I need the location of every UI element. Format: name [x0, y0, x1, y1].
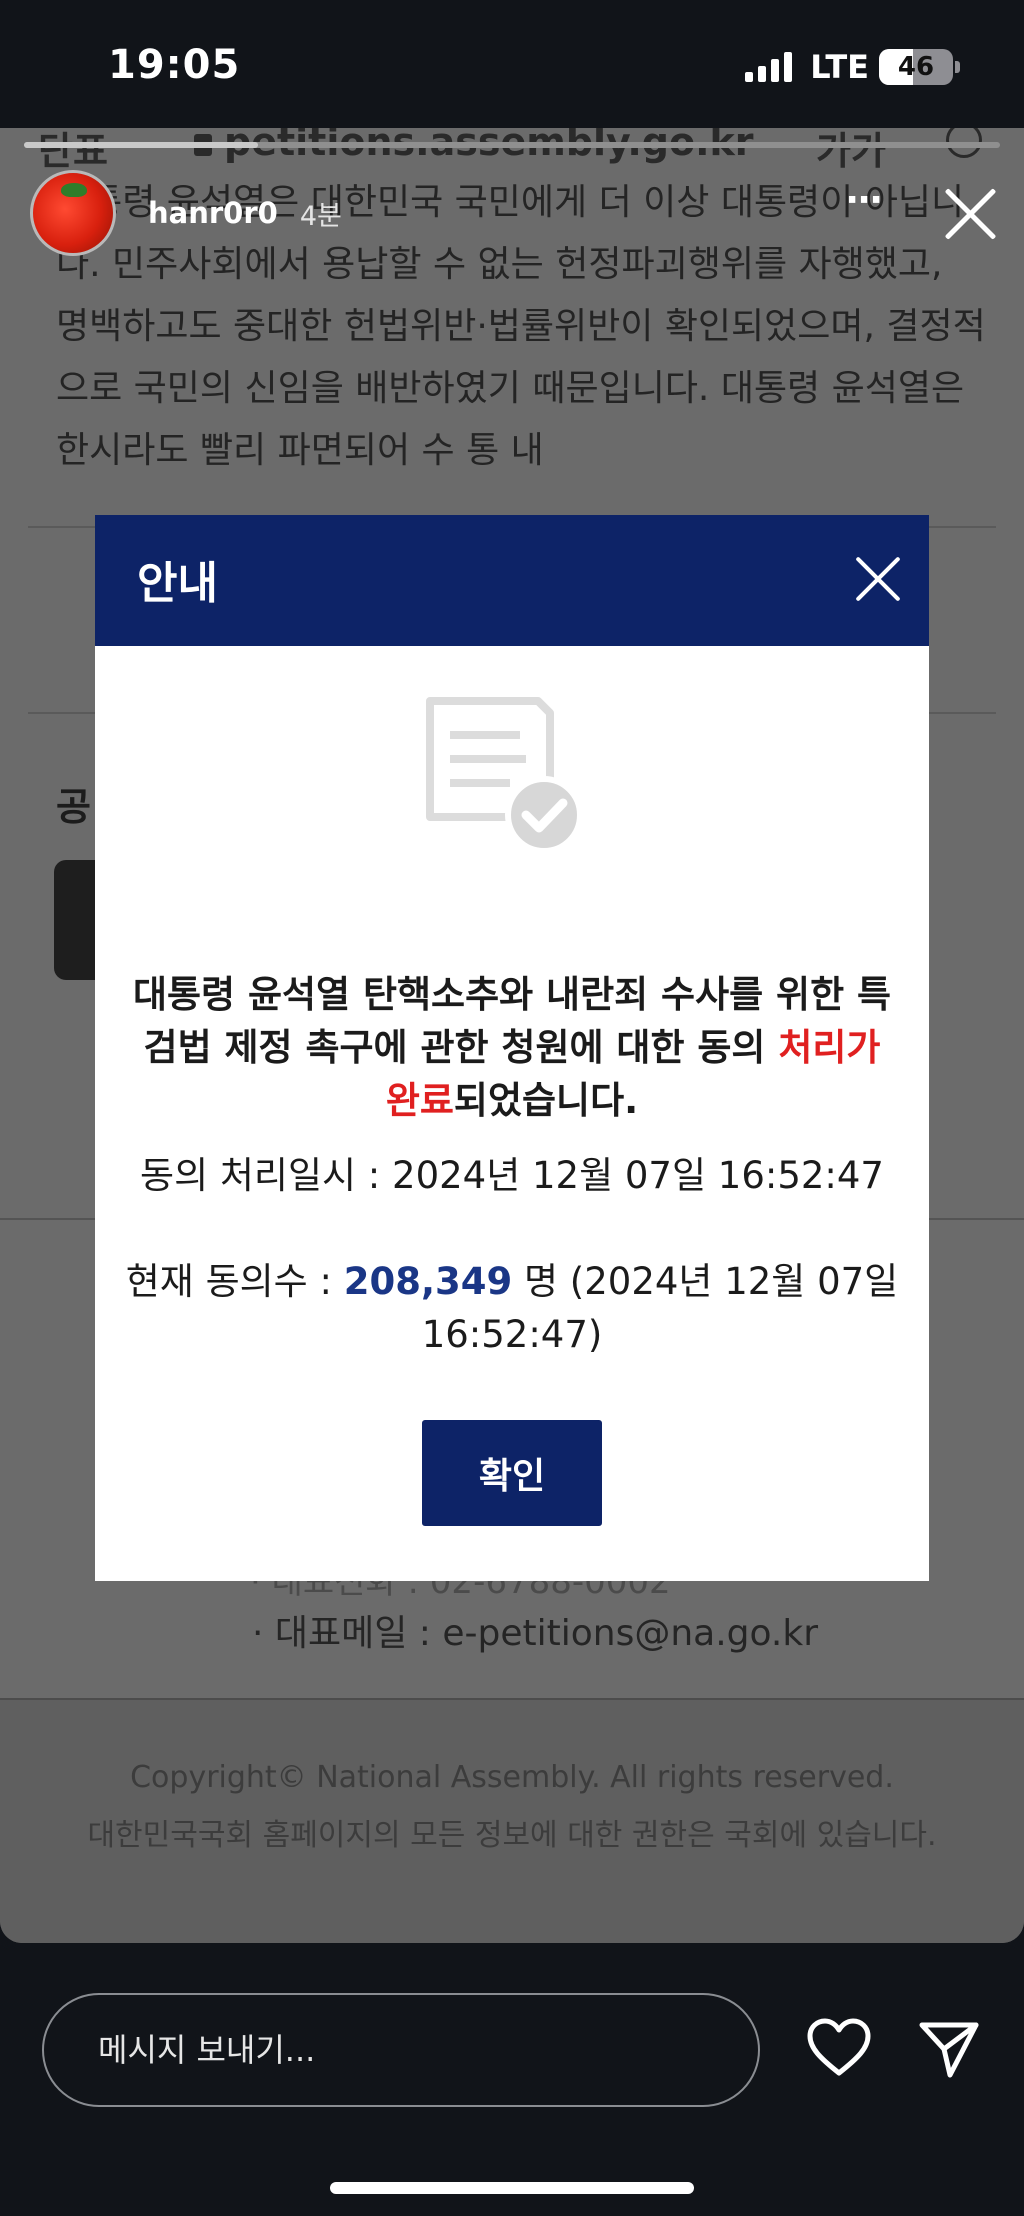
copyright-korean-text: 대한민국국회 홈페이지의 모든 정보에 대한 권한은 국회에 있습니다.: [87, 1818, 937, 1853]
agreement-count: 현재 동의수 : 208,349 명 (2024년 12월 07일 16:52:…: [125, 1255, 899, 1361]
send-icon[interactable]: [918, 2019, 980, 2079]
battery-tip: [955, 61, 960, 73]
status-time: 19:05: [108, 42, 241, 88]
page-load-progress: [24, 142, 1000, 148]
notice-modal: 안내 대통령 윤석열 탄핵소추와 내란죄 수사를 위한 특검법 제정 촉구에 관…: [95, 515, 929, 1581]
message-text-2: 되었습니다.: [453, 1079, 639, 1122]
status-bar: 19:05 LTE 46: [0, 0, 1024, 128]
story-username[interactable]: hanr0r0: [148, 196, 278, 230]
count-value: 208,349: [343, 1260, 513, 1303]
modal-message: 대통령 윤석열 탄핵소추와 내란죄 수사를 위한 특검법 제정 촉구에 관한 청…: [125, 968, 899, 1127]
page-load-progress-fill: [24, 142, 259, 148]
agreement-datetime: 동의 처리일시 : 2024년 12월 07일 16:52:47: [125, 1149, 899, 1202]
home-indicator: [330, 2182, 694, 2194]
message-input[interactable]: [42, 1993, 760, 2107]
footer-email: · 대표메일 : e-petitions@na.go.kr: [252, 1613, 819, 1654]
heart-icon[interactable]: [806, 2018, 872, 2078]
browser-url-bar: 단표 petitions.assembly.go.kr 가가: [24, 128, 1000, 173]
battery-level: 46: [897, 52, 935, 82]
status-indicators: LTE 46: [745, 48, 960, 86]
network-type: LTE: [810, 48, 869, 86]
url-left-label: 단표: [38, 129, 108, 173]
date-value: 2024년 12월 07일 16:52:47: [392, 1154, 884, 1197]
modal-header: 안내: [95, 515, 929, 646]
story-time-ago: 4분: [299, 200, 342, 232]
text-size-button: 가가: [816, 129, 886, 173]
confirm-button[interactable]: 확인: [422, 1420, 602, 1526]
battery-icon: 46: [879, 49, 953, 85]
modal-close-icon[interactable]: [852, 553, 904, 605]
share-label: 공: [56, 785, 91, 829]
story-user-header[interactable]: hanr0r0 4분: [30, 170, 342, 256]
copyright-text: Copyright© National Assembly. All rights…: [130, 1760, 894, 1795]
signal-icon: [745, 52, 793, 82]
story-reply-bar: [0, 1943, 1024, 2216]
more-options-icon[interactable]: ⋯: [846, 180, 884, 221]
close-story-icon[interactable]: [940, 184, 1000, 244]
modal-title: 안내: [137, 558, 218, 609]
count-label: 현재 동의수 :: [125, 1260, 344, 1303]
document-check-icon: [426, 697, 583, 854]
date-label: 동의 처리일시 :: [140, 1154, 393, 1197]
avatar[interactable]: [30, 170, 116, 256]
